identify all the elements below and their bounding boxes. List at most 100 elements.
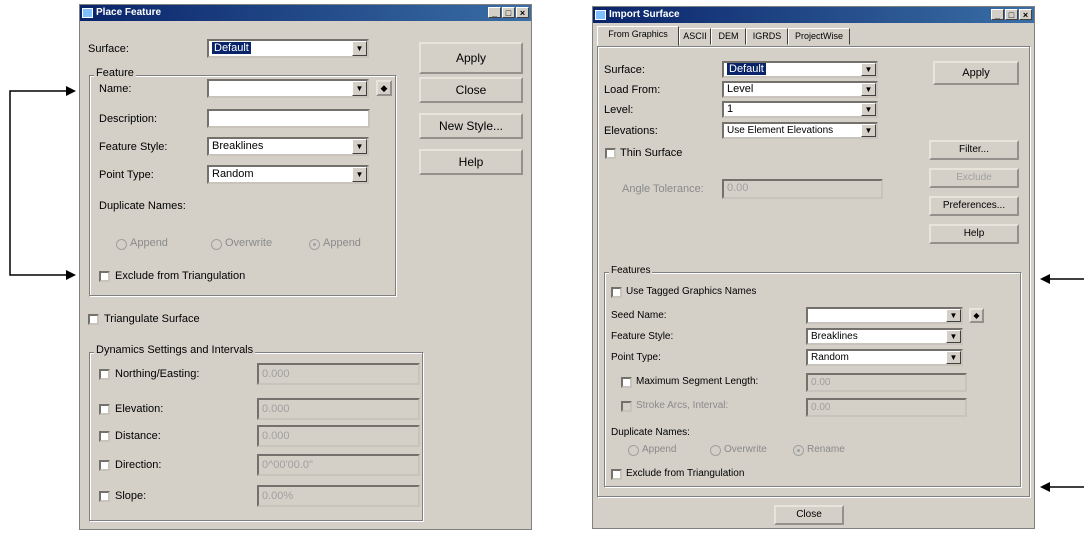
- app-icon: [595, 10, 606, 20]
- chevron-down-icon[interactable]: ▼: [861, 83, 876, 96]
- tab-from-graphics[interactable]: From Graphics: [597, 26, 679, 46]
- minimize-icon[interactable]: _: [488, 7, 501, 18]
- close-icon[interactable]: ×: [516, 7, 529, 18]
- max-segment-field[interactable]: 0.00: [806, 373, 967, 392]
- preferences-button[interactable]: Preferences...: [929, 196, 1019, 216]
- seed-name-pick-button[interactable]: ◆: [969, 308, 984, 323]
- new-style-button[interactable]: New Style...: [419, 113, 523, 139]
- tab-igrds[interactable]: IGRDS: [746, 28, 788, 45]
- window-title: Place Feature: [96, 7, 162, 18]
- feature-style-combo[interactable]: Breaklines ▼: [806, 328, 963, 345]
- help-button[interactable]: Help: [929, 224, 1019, 244]
- import-surface-dialog: Import Surface _ □ × From Graphics ASCII…: [592, 6, 1035, 529]
- exclude-button[interactable]: Exclude: [929, 168, 1019, 188]
- angle-tolerance-field[interactable]: 0.00: [722, 179, 883, 199]
- direction-field[interactable]: 0^00'00.0": [257, 454, 420, 476]
- stroke-checkbox[interactable]: [621, 401, 632, 412]
- surface-value: Default: [727, 63, 766, 75]
- surface-value: Default: [212, 42, 251, 54]
- tab-ascii[interactable]: ASCII: [679, 28, 711, 45]
- name-pick-button[interactable]: ◆: [376, 80, 392, 96]
- elevations-label: Elevations:: [604, 125, 658, 137]
- distance-checkbox[interactable]: [99, 431, 110, 442]
- feature-style-combo[interactable]: Breaklines ▼: [207, 137, 369, 156]
- description-field[interactable]: [207, 109, 370, 128]
- slope-field[interactable]: 0.00%: [257, 485, 420, 507]
- stroke-label: Stroke Arcs, Interval:: [636, 400, 729, 411]
- chevron-down-icon[interactable]: ▼: [352, 81, 367, 96]
- chevron-down-icon[interactable]: ▼: [946, 309, 961, 322]
- right-pointer-arrows: [1040, 274, 1084, 492]
- name-combo[interactable]: ▼: [207, 79, 369, 98]
- thin-surface-label: Thin Surface: [620, 147, 683, 159]
- exclude-checkbox[interactable]: [99, 271, 110, 282]
- dup-third-label: Append: [323, 237, 361, 249]
- chevron-down-icon[interactable]: ▼: [861, 103, 876, 116]
- surface-combo[interactable]: Default ▼: [722, 61, 878, 78]
- description-label: Description:: [99, 113, 158, 125]
- slope-checkbox[interactable]: [99, 491, 110, 502]
- load-from-value: Level: [727, 83, 754, 95]
- use-tagged-label: Use Tagged Graphics Names: [626, 286, 757, 297]
- minimize-icon[interactable]: _: [991, 9, 1004, 20]
- help-button[interactable]: Help: [419, 149, 523, 175]
- load-from-combo[interactable]: Level ▼: [722, 81, 878, 98]
- elevations-combo[interactable]: Use Element Elevations ▼: [722, 122, 878, 139]
- chevron-down-icon[interactable]: ▼: [352, 139, 367, 154]
- max-segment-label: Maximum Segment Length:: [636, 376, 759, 387]
- point-type-label: Point Type:: [99, 169, 154, 181]
- dup-append-label: Append: [642, 444, 677, 455]
- surface-label: Surface:: [604, 64, 645, 76]
- close-button[interactable]: Close: [419, 77, 523, 103]
- dup-overwrite-radio[interactable]: [710, 445, 721, 456]
- slope-label: Slope:: [115, 490, 147, 502]
- distance-field[interactable]: 0.000: [257, 425, 420, 447]
- elevation-field[interactable]: 0.000: [257, 398, 420, 420]
- apply-button[interactable]: Apply: [419, 42, 523, 74]
- use-tagged-checkbox[interactable]: [611, 287, 622, 298]
- max-segment-checkbox[interactable]: [621, 377, 632, 388]
- dup-third-radio[interactable]: [309, 239, 320, 250]
- chevron-down-icon[interactable]: ▼: [946, 330, 961, 343]
- surface-combo[interactable]: Default ▼: [207, 39, 369, 58]
- dup-append-radio[interactable]: [116, 239, 127, 250]
- chevron-down-icon[interactable]: ▼: [861, 124, 876, 137]
- angle-tolerance-label: Angle Tolerance:: [622, 183, 704, 195]
- maximize-icon[interactable]: □: [1005, 9, 1018, 20]
- tab-dem[interactable]: DEM: [711, 28, 746, 45]
- filter-button[interactable]: Filter...: [929, 140, 1019, 160]
- close-icon[interactable]: ×: [1019, 9, 1032, 20]
- dup-append-radio[interactable]: [628, 445, 639, 456]
- title-bar: Import Surface _ □ ×: [593, 7, 1034, 23]
- apply-button[interactable]: Apply: [933, 61, 1019, 85]
- duplicate-names-label: Duplicate Names:: [99, 200, 186, 212]
- feature-style-label: Feature Style:: [611, 331, 674, 342]
- close-button[interactable]: Close: [774, 505, 844, 525]
- point-type-combo[interactable]: Random ▼: [806, 349, 963, 366]
- point-type-combo[interactable]: Random ▼: [207, 165, 369, 184]
- northing-field[interactable]: 0.000: [257, 363, 420, 385]
- chevron-down-icon[interactable]: ▼: [352, 41, 367, 56]
- elevation-checkbox[interactable]: [99, 404, 110, 415]
- stroke-field[interactable]: 0.00: [806, 398, 967, 417]
- dup-overwrite-radio[interactable]: [211, 239, 222, 250]
- chevron-down-icon[interactable]: ▼: [946, 351, 961, 364]
- thin-surface-checkbox[interactable]: [605, 148, 616, 159]
- northing-label: Northing/Easting:: [115, 368, 200, 380]
- chevron-down-icon[interactable]: ▼: [352, 167, 367, 182]
- exclude-checkbox[interactable]: [611, 469, 622, 480]
- triangulate-checkbox[interactable]: [88, 314, 99, 325]
- exclude-label: Exclude from Triangulation: [626, 468, 745, 479]
- feature-group-label: Feature: [94, 67, 136, 79]
- seed-name-label: Seed Name:: [611, 310, 667, 321]
- northing-checkbox[interactable]: [99, 369, 110, 380]
- dup-rename-radio[interactable]: [793, 445, 804, 456]
- level-combo[interactable]: 1 ▼: [722, 101, 878, 118]
- maximize-icon[interactable]: □: [502, 7, 515, 18]
- seed-name-combo[interactable]: ▼: [806, 307, 963, 324]
- surface-label: Surface:: [88, 43, 129, 55]
- direction-checkbox[interactable]: [99, 460, 110, 471]
- tab-projectwise[interactable]: ProjectWise: [788, 28, 850, 45]
- chevron-down-icon[interactable]: ▼: [861, 63, 876, 76]
- triangulate-label: Triangulate Surface: [104, 313, 200, 325]
